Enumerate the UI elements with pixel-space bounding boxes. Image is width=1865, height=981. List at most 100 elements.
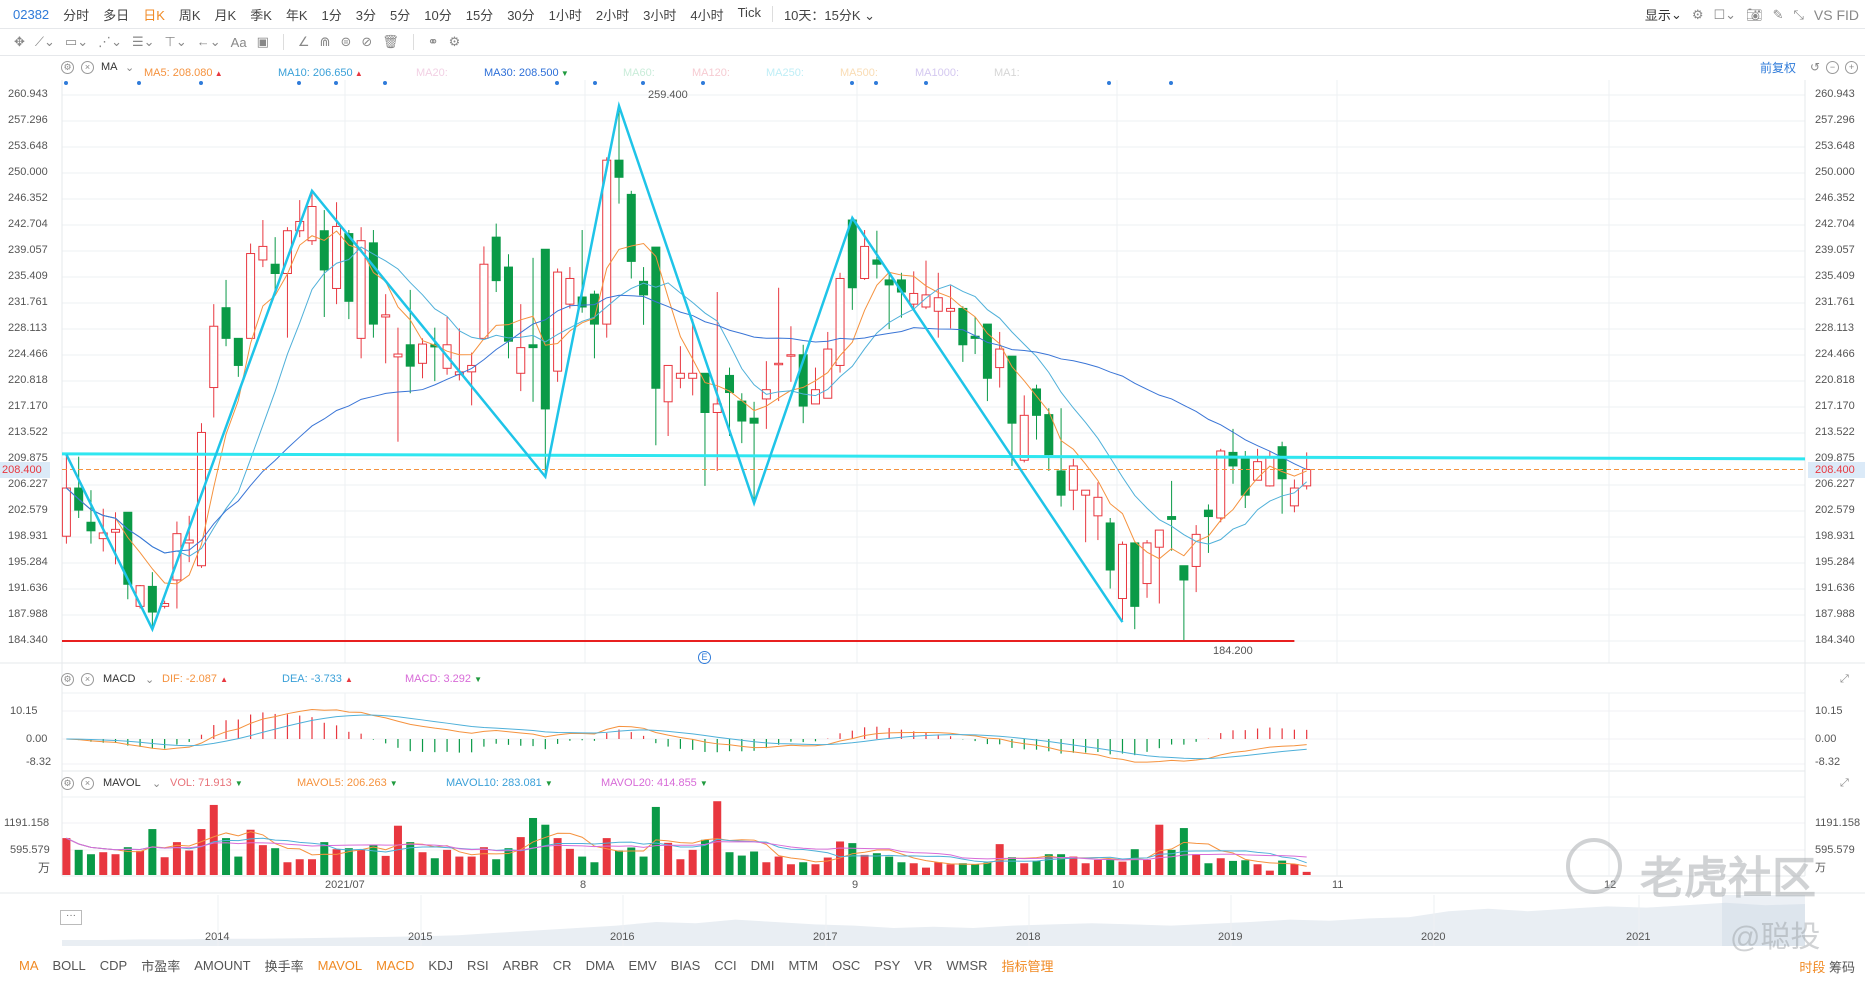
indicator-tab[interactable]: BIAS [671,958,701,973]
candle-body [1167,516,1177,520]
volume-bar [774,856,783,875]
volume-bar [430,858,439,875]
event-marker [641,81,645,85]
indicator-tab[interactable]: EMV [628,958,656,973]
volume-bar [1069,856,1078,875]
settings-icon[interactable]: ⚙ [61,776,74,790]
event-marker [874,81,878,85]
navigator-area [62,902,1805,946]
bottom-right-tabs: 时段 筹码 [1799,957,1855,976]
watermark-brand: 老虎社区 [1640,854,1816,903]
volume-bar [209,804,218,875]
volume-bar [222,838,231,875]
settings-icon[interactable]: ⚙ [61,672,74,686]
indicator-tab[interactable]: DMI [751,958,775,973]
volume-bar [148,829,157,875]
indicator-tab[interactable]: VR [914,958,932,973]
indicator-tab[interactable]: BOLL [53,958,86,973]
volume-bar [160,857,169,875]
candle-body [516,347,526,374]
price-axis-tick: 242.704 [1815,218,1855,230]
expand-icon[interactable]: ⤢ [1840,673,1849,686]
price-axis-tick-left: 217.170 [8,399,48,412]
volume-bar [1192,854,1201,875]
indicator-tab[interactable]: RSI [467,958,489,973]
chevron-down-icon[interactable]: ⌄ [152,777,161,790]
volume-bar [86,854,95,875]
date-label: 11 [1332,879,1344,891]
indicator-tab[interactable]: CDP [100,958,127,973]
volume-bar [615,850,623,875]
indicator-tab[interactable]: PSY [874,958,900,973]
candle-body [1142,542,1152,585]
candle-body [270,263,280,274]
kline-chart[interactable] [0,0,1865,981]
more-options-button[interactable]: ··· [60,910,82,925]
indicator-tab[interactable]: MA [19,958,39,973]
dea-value: DEA: -3.733 ▲ [282,673,353,685]
volume-bar [971,864,980,875]
candle-body [774,362,784,366]
indicator-tab[interactable]: CCI [714,958,736,973]
vol-value: VOL: 71.913 ▼ [170,777,243,789]
indicator-name[interactable]: MAVOL [103,777,141,789]
candle-body [86,521,96,532]
candle-body [540,248,550,410]
indicator-name[interactable]: MACD [103,673,135,685]
price-axis-tick-left: 231.761 [8,295,48,308]
indicator-tab[interactable]: ARBR [503,958,539,973]
volume-bar [627,847,636,875]
event-marker [64,81,68,85]
volume-bar [1020,863,1029,875]
volume-bar [897,862,906,875]
chips-tab[interactable]: 筹码 [1829,960,1855,975]
close-icon[interactable]: × [81,672,94,686]
zigzag-line [65,101,1124,633]
indicator-tab[interactable]: CR [553,958,572,973]
event-marker [1107,81,1111,85]
indicator-tab[interactable]: WMSR [946,958,987,973]
indicator-tab[interactable]: OSC [832,958,860,973]
vol-axis-tick: 595.579 [1815,844,1855,856]
price-axis-tick-left: 246.352 [8,191,48,204]
candle-body [233,337,243,366]
indicator-tab[interactable]: MAVOL [318,958,363,973]
volume-bar [197,829,206,875]
price-axis-tick: 253.648 [1815,139,1855,152]
indicator-tab[interactable]: 换手率 [265,956,304,975]
volume-bar [1093,859,1102,875]
indicator-tab[interactable]: AMOUNT [194,958,250,973]
indicator-tab[interactable]: KDJ [428,958,453,973]
indicator-tab[interactable]: MTM [788,958,818,973]
last-price-label-left: 208.400 [0,462,50,478]
period-tab[interactable]: 时段 [1799,960,1825,975]
price-axis-tick: 195.284 [1815,555,1855,568]
last-price-label: 208.400 [1808,462,1865,478]
year-label: 2021 [1626,931,1651,943]
indicator-tab[interactable]: 市盈率 [141,956,180,975]
chevron-down-icon[interactable]: ⌄ [145,673,154,686]
expand-icon[interactable]: ⤢ [1840,777,1849,790]
volume-bar [455,856,464,875]
vol-axis-tick: 1191.158 [1815,817,1861,829]
indicator-tab[interactable]: DMA [586,958,615,973]
candle-body [61,487,71,537]
event-e-marker-icon[interactable]: E [698,651,711,664]
volume-bar [320,842,329,875]
vol-axis-tick-left: 1191.158 [4,817,50,829]
indicator-tab[interactable]: 指标管理 [1002,956,1054,975]
candle-body [418,343,428,364]
volume-bar [922,867,930,875]
price-axis-tick-left: 184.340 [8,634,48,646]
price-axis-tick-left: 191.636 [8,581,48,594]
candle-body [847,219,857,289]
candle-body [614,159,624,178]
volume-bar [1216,858,1225,875]
price-axis-tick: 246.352 [1815,191,1855,204]
year-label: 2020 [1421,931,1446,943]
macd-axis-tick-left: 10.15 [10,705,38,717]
close-icon[interactable]: × [81,776,94,790]
indicator-tab[interactable]: MACD [376,958,414,973]
volume-bar [750,851,759,875]
volume-bar [1302,871,1311,875]
